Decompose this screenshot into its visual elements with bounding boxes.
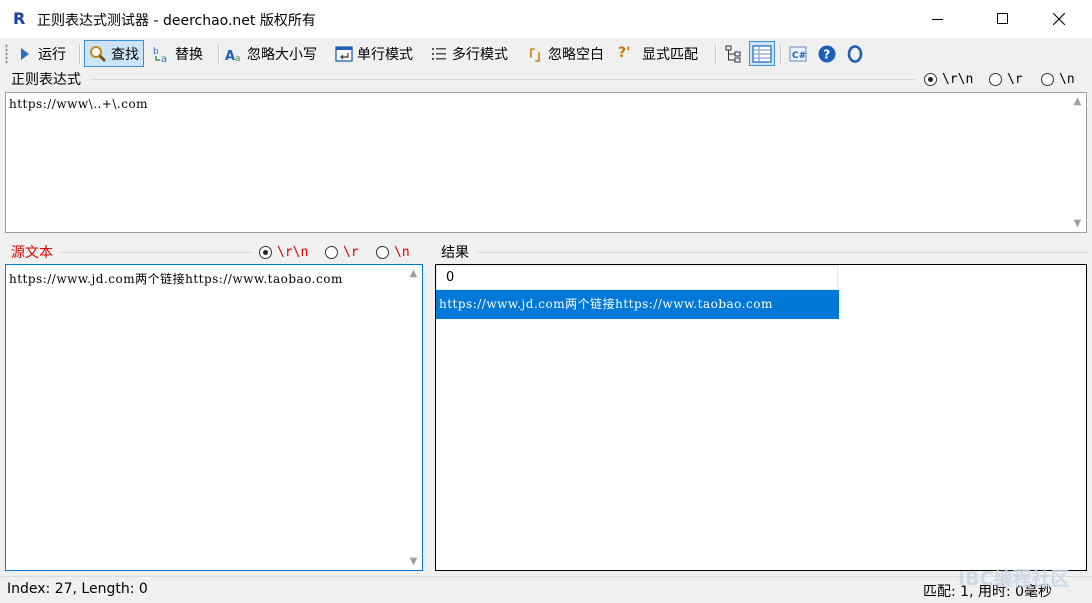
brackets-icon: 「」	[522, 48, 549, 64]
toolbar-separator	[79, 44, 81, 64]
source-newline-crlf-radio[interactable]: \r\n	[259, 245, 308, 260]
ignore-whitespace-button[interactable]: 「」 忽略空白	[522, 41, 604, 66]
toolbar-grip[interactable]	[5, 44, 8, 64]
scroll-up-icon[interactable]: ▲	[1069, 93, 1086, 110]
ignore-case-button[interactable]: Aa 忽略大小写	[225, 41, 317, 66]
close-button[interactable]	[1036, 0, 1082, 38]
svg-text:a: a	[161, 54, 167, 63]
ring-icon	[847, 44, 863, 63]
regex-newline-crlf-radio[interactable]: \r\n	[924, 72, 973, 87]
source-text-input[interactable]: https://www.jd.com两个链接https://www.taobao…	[5, 264, 423, 571]
svg-text:A: A	[225, 49, 235, 63]
svg-text:?: ?	[823, 47, 830, 61]
regex-newline-lf-radio[interactable]: \n	[1041, 72, 1075, 87]
help-icon: ?	[818, 45, 836, 62]
radio-selected-icon	[259, 246, 272, 259]
result-label: 结果	[441, 245, 469, 261]
toolbar-separator	[780, 44, 782, 64]
csharp-icon: C#	[789, 46, 807, 61]
magnifier-icon	[89, 45, 107, 63]
about-button[interactable]	[842, 41, 868, 66]
source-newline-lf-radio[interactable]: \n	[376, 245, 410, 260]
regex-scrollbar[interactable]: ▲ ▼	[1069, 93, 1086, 232]
csharp-code-button[interactable]: C#	[785, 41, 811, 66]
result-tree[interactable]: 0 https://www.jd.com两个链接https://www.taob…	[435, 264, 1087, 571]
tree-view-button[interactable]	[721, 41, 747, 66]
find-button[interactable]: 查找	[84, 40, 144, 67]
question-quote-icon: ?'	[618, 44, 631, 61]
scroll-down-icon[interactable]: ▼	[405, 553, 422, 570]
radio-unselected-icon	[989, 73, 1002, 86]
scroll-down-icon[interactable]: ▼	[1069, 215, 1086, 232]
radio-unselected-icon	[1041, 73, 1054, 86]
regex-group-line	[90, 79, 915, 80]
maximize-button[interactable]	[978, 0, 1024, 38]
single-line-icon	[335, 45, 353, 63]
multi-line-button[interactable]: 多行模式	[430, 41, 508, 66]
replace-button[interactable]: ba 替换	[153, 41, 203, 66]
regex-newline-cr-radio[interactable]: \r	[989, 72, 1023, 87]
table-view-button[interactable]	[749, 41, 775, 66]
tree-icon	[725, 45, 741, 62]
regex-label: 正则表达式	[11, 72, 81, 88]
case-icon: Aa	[225, 45, 243, 64]
regex-input-text: https://www\..+\.com	[9, 97, 149, 111]
table-icon	[752, 44, 772, 63]
radio-selected-icon	[924, 73, 937, 86]
tree-node-match[interactable]: https://www.jd.com两个链接https://www.taobao…	[436, 290, 839, 319]
toolbar-separator	[715, 44, 717, 64]
scroll-up-icon[interactable]: ▲	[405, 265, 422, 282]
title-bar: R 正则表达式测试器 - deerchao.net 版权所有	[0, 0, 1092, 38]
radio-unselected-icon	[376, 246, 389, 259]
help-button[interactable]: ?	[814, 41, 840, 66]
replace-icon: ba	[153, 45, 171, 65]
source-input-text: https://www.jd.com两个链接https://www.taobao…	[9, 272, 343, 286]
watermark: IBC编程社区	[958, 568, 1070, 590]
svg-text:b: b	[153, 47, 159, 57]
close-icon	[1053, 13, 1065, 25]
tree-node-root[interactable]: 0	[436, 265, 838, 290]
toolbar-separator	[218, 44, 220, 64]
result-group-line	[477, 252, 1087, 253]
window-title: 正则表达式测试器 - deerchao.net 版权所有	[37, 13, 316, 29]
explicit-capture-button[interactable]: ?' 显式匹配	[618, 41, 698, 66]
status-index: Index: 27, Length: 0	[7, 581, 148, 597]
status-bar: Index: 27, Length: 0 匹配: 1, 用时: 0毫秒	[0, 576, 1092, 603]
source-group-line	[60, 252, 252, 253]
svg-text:C#: C#	[792, 51, 806, 61]
single-line-button[interactable]: 单行模式	[335, 41, 413, 66]
multi-line-icon	[430, 45, 448, 63]
run-button[interactable]: 运行	[16, 41, 66, 66]
svg-text:a: a	[235, 54, 241, 63]
toolbar: 运行 查找 ba 替换 Aa 忽略大小写 单行模式 多行模式 「」 忽略空白 ?…	[0, 38, 1092, 70]
radio-unselected-icon	[325, 246, 338, 259]
minimize-button[interactable]	[910, 0, 956, 38]
source-scrollbar[interactable]: ▲ ▼	[405, 265, 422, 570]
source-newline-cr-radio[interactable]: \r	[325, 245, 359, 260]
source-label: 源文本	[11, 245, 53, 261]
play-icon	[16, 45, 34, 63]
regex-input[interactable]: https://www\..+\.com ▲ ▼	[5, 92, 1087, 233]
app-logo-icon: R	[13, 9, 26, 28]
